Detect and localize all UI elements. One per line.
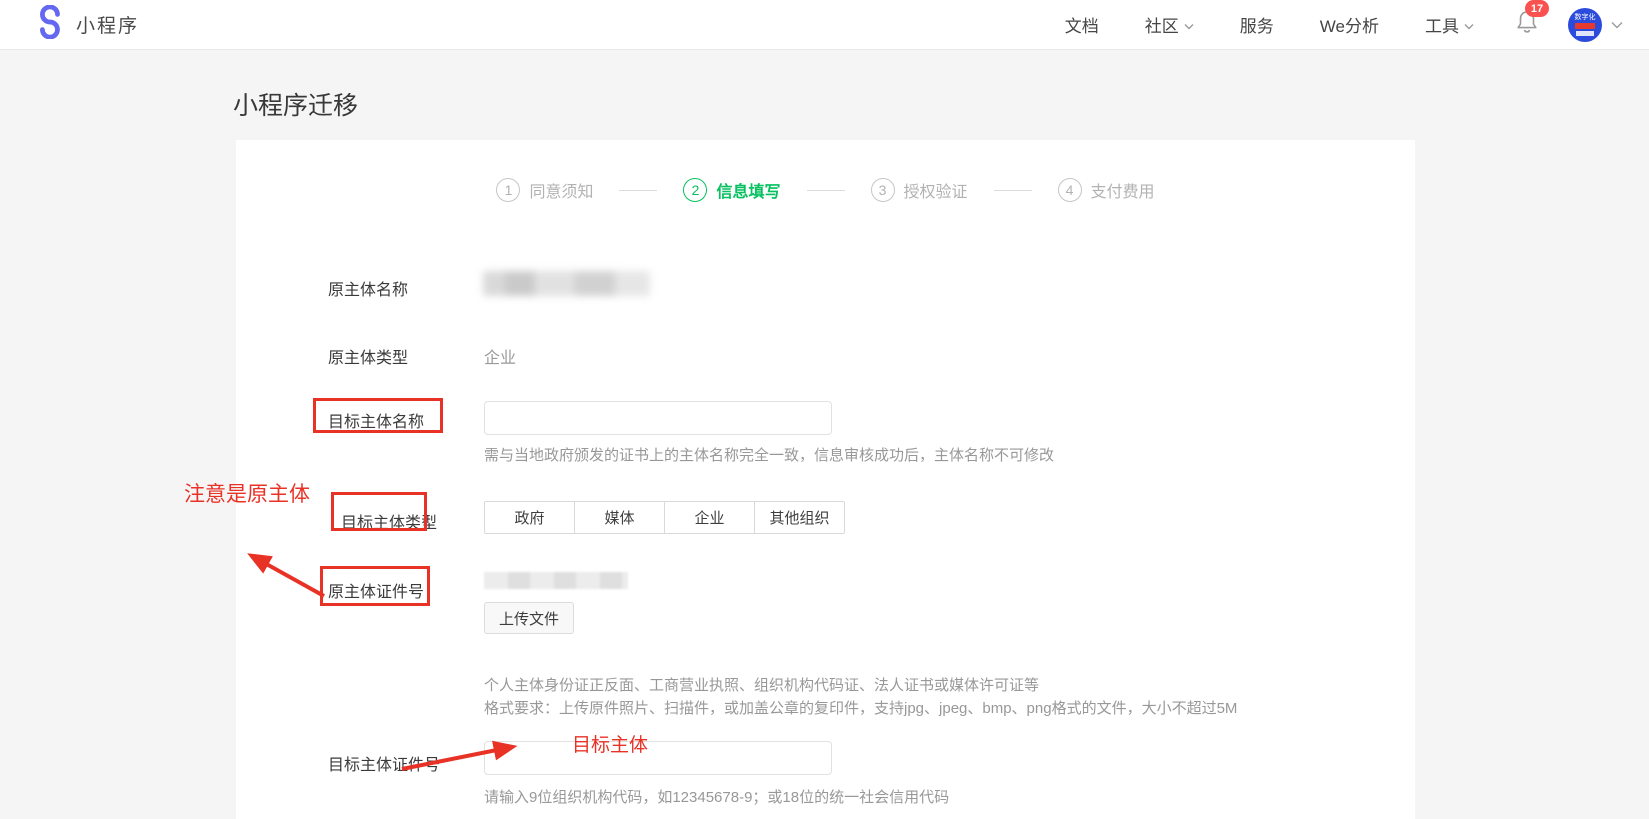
step-4-label: 支付费用 [1091, 178, 1155, 202]
step-2-circle: 2 [683, 178, 707, 202]
miniprogram-logo-icon [32, 5, 66, 44]
step-3-circle: 3 [871, 178, 895, 202]
original-type-value: 企业 [484, 344, 516, 368]
avatar-smudge [1576, 31, 1594, 36]
chevron-down-icon [1464, 15, 1474, 35]
nav-we-analysis[interactable]: We分析 [1320, 12, 1379, 37]
annotation-box-target-type [331, 492, 427, 531]
nav-we-analysis-label: We分析 [1320, 12, 1379, 37]
nav-docs-label: 文档 [1065, 12, 1099, 37]
step-connector [619, 190, 657, 191]
step-2-label: 信息填写 [716, 178, 780, 202]
nav-tools[interactable]: 工具 [1425, 12, 1474, 37]
nav-tools-label: 工具 [1425, 12, 1459, 37]
step-auth-verify: 3 授权验证 [871, 178, 968, 202]
avatar-red-stripe [1575, 23, 1595, 29]
avatar-text: 数字化 [1575, 14, 1596, 21]
nav-docs[interactable]: 文档 [1065, 12, 1099, 37]
original-cert-hint-line2: 格式要求：上传原件照片、扫描件，或加盖公章的复印件，支持jpg、jpeg、bmp… [484, 697, 1237, 720]
target-name-hint: 需与当地政府颁发的证书上的主体名称完全一致，信息审核成功后，主体名称不可修改 [484, 444, 1054, 465]
annotation-note-target: 目标主体 [572, 730, 648, 757]
step-4-circle: 4 [1058, 178, 1082, 202]
original-name-label: 原主体名称 [328, 276, 408, 300]
original-name-blurred-value [483, 271, 650, 296]
target-type-segmented: 政府 媒体 企业 其他组织 [484, 501, 845, 534]
step-1-label: 同意须知 [529, 178, 593, 202]
step-connector [994, 190, 1032, 191]
notification-badge: 17 [1525, 0, 1549, 17]
nav-community[interactable]: 社区 [1145, 12, 1194, 37]
logo[interactable]: 小程序 [32, 5, 139, 44]
annotation-box-target-name [313, 398, 443, 433]
original-type-label: 原主体类型 [328, 344, 408, 368]
account-chevron-down-icon[interactable] [1611, 16, 1623, 34]
step-payment: 4 支付费用 [1058, 178, 1155, 202]
stepper: 1 同意须知 2 信息填写 3 授权验证 4 支付费用 [236, 178, 1415, 202]
nav-services-label: 服务 [1240, 12, 1274, 37]
target-type-option-enterprise[interactable]: 企业 [664, 501, 755, 534]
migration-card: 1 同意须知 2 信息填写 3 授权验证 4 支付费用 原主体名称 原主体类型 [236, 140, 1415, 819]
target-cert-label: 目标主体证件号 [328, 751, 440, 775]
target-cert-hint: 请输入9位组织机构代码，如12345678-9；或18位的统一社会信用代码 [484, 786, 949, 807]
target-type-option-other[interactable]: 其他组织 [754, 501, 845, 534]
step-1-circle: 1 [496, 178, 520, 202]
page-title: 小程序迁移 [233, 86, 358, 122]
chevron-down-icon [1184, 15, 1194, 35]
step-agree-notice: 1 同意须知 [496, 178, 593, 202]
annotation-note-original: 注意是原主体 [184, 478, 310, 508]
avatar[interactable]: 数字化 [1568, 8, 1602, 42]
step-connector [807, 190, 845, 191]
nav-services[interactable]: 服务 [1240, 12, 1274, 37]
original-cert-hints: 个人主体身份证正反面、工商营业执照、组织机构代码证、法人证书或媒体许可证等 格式… [484, 674, 1237, 720]
upload-file-button[interactable]: 上传文件 [484, 602, 574, 634]
original-cert-blurred-value [484, 572, 628, 589]
target-type-option-government[interactable]: 政府 [484, 501, 575, 534]
header-nav: 文档 社区 服务 We分析 工具 [1065, 12, 1474, 37]
target-name-input[interactable] [484, 401, 832, 435]
notification-bell[interactable]: 17 [1514, 8, 1540, 41]
nav-community-label: 社区 [1145, 12, 1179, 37]
top-navbar: 小程序 文档 社区 服务 We分析 工具 [0, 0, 1649, 50]
annotation-box-original-cert [320, 566, 430, 606]
step-fill-info: 2 信息填写 [683, 178, 780, 202]
target-type-option-media[interactable]: 媒体 [574, 501, 665, 534]
page: 小程序 文档 社区 服务 We分析 工具 [0, 0, 1649, 819]
step-3-label: 授权验证 [904, 178, 968, 202]
logo-text: 小程序 [76, 11, 139, 38]
target-cert-input[interactable] [484, 741, 832, 775]
original-cert-hint-line1: 个人主体身份证正反面、工商营业执照、组织机构代码证、法人证书或媒体许可证等 [484, 674, 1237, 697]
bell-icon [1514, 23, 1540, 40]
